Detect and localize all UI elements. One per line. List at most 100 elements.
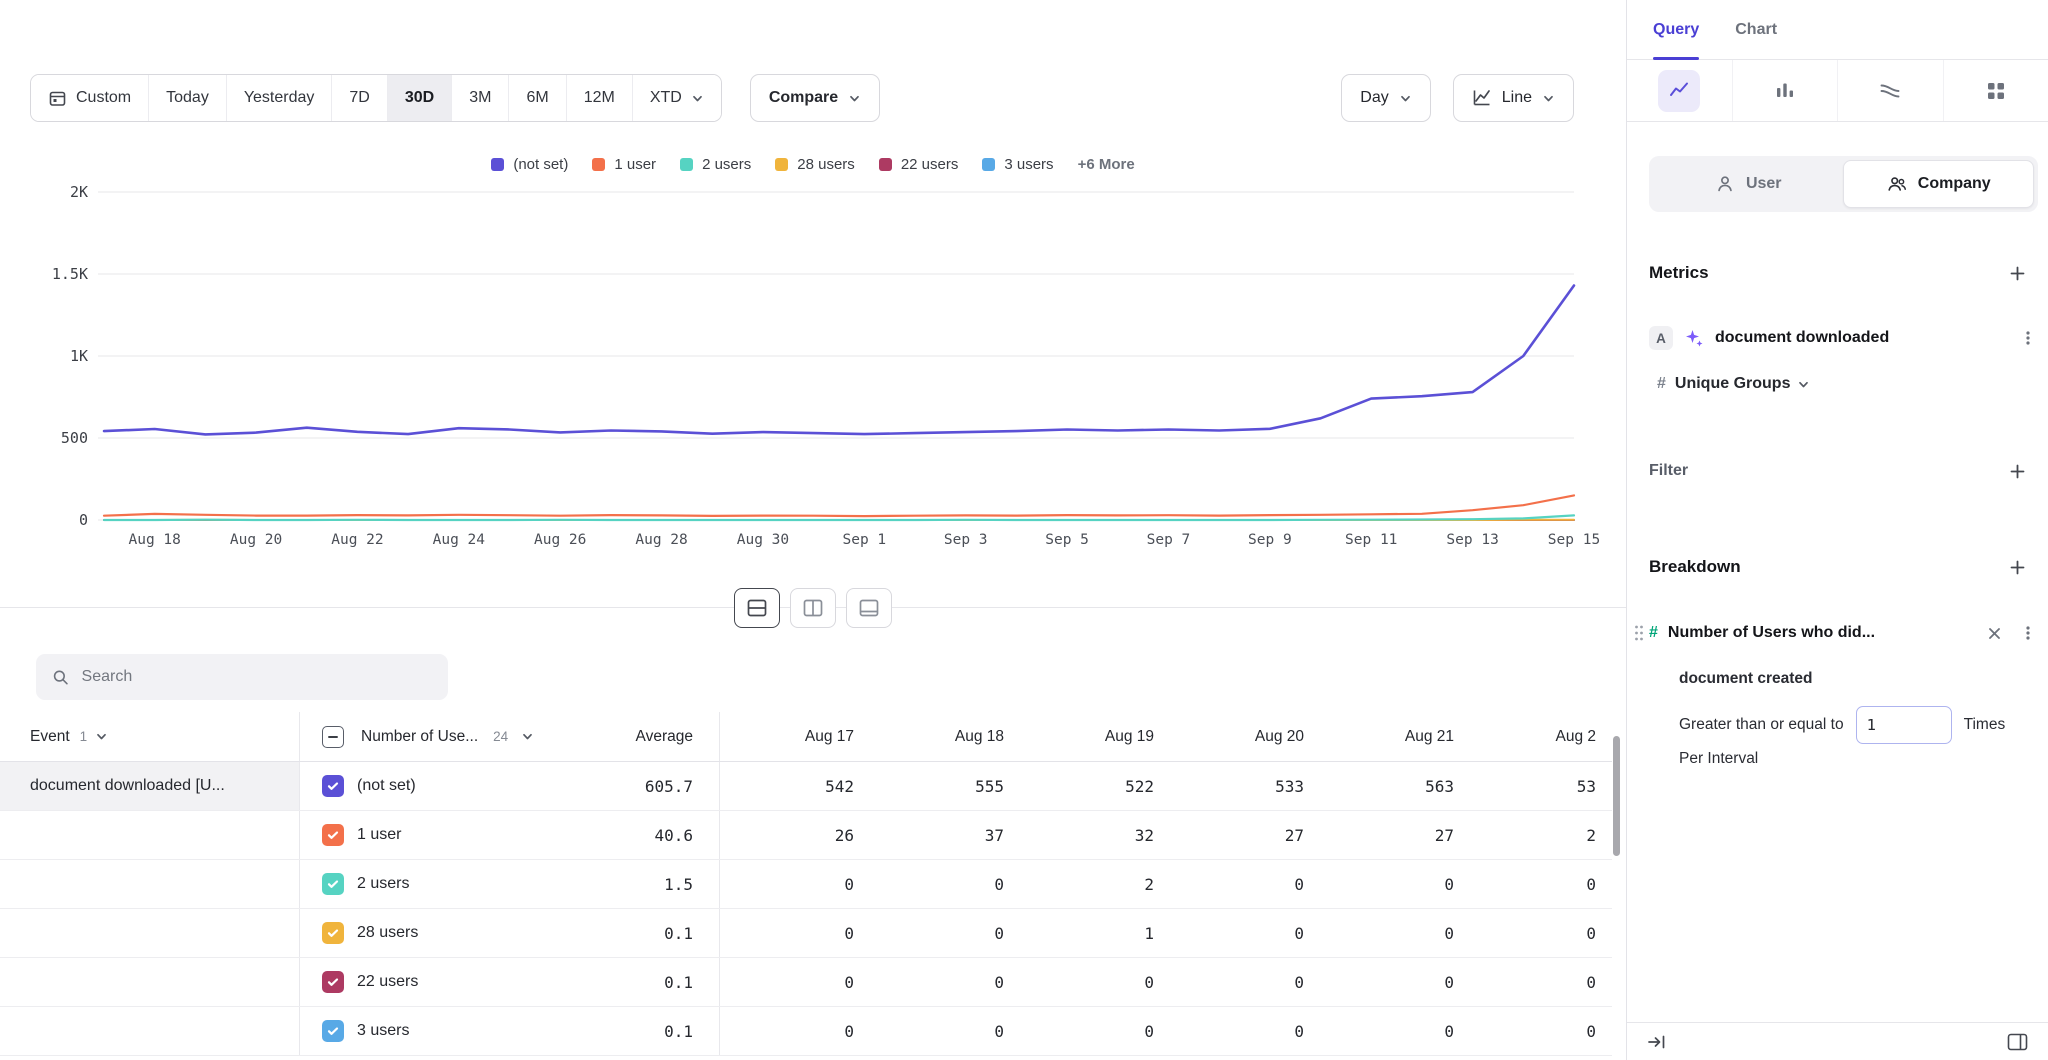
range-button-yesterday[interactable]: Yesterday	[226, 75, 332, 121]
data-value: 0	[1156, 909, 1306, 957]
series-checkbox[interactable]	[322, 824, 344, 846]
scope-user-label: User	[1746, 175, 1782, 193]
data-value: 0	[720, 909, 856, 957]
event-cell-empty	[0, 909, 300, 957]
range-button-30d[interactable]: 30D	[387, 75, 451, 121]
line-chart[interactable]: 05001K1.5K2KAug 18Aug 20Aug 22Aug 24Aug …	[16, 176, 1606, 554]
group-count: 24	[493, 729, 508, 744]
series-checkbox[interactable]	[322, 971, 344, 993]
legend-item[interactable]: 28 users	[775, 156, 855, 173]
check-icon	[326, 975, 340, 989]
metric-options-button[interactable]	[2020, 330, 2036, 346]
bar-chart-icon	[1773, 79, 1797, 103]
condition-operator[interactable]: Greater than or equal to	[1679, 716, 1844, 734]
range-button-custom[interactable]: Custom	[31, 75, 148, 121]
scope-company-option[interactable]: Company	[1843, 160, 2035, 208]
layout-split-vertical-button[interactable]	[790, 588, 836, 628]
search-input[interactable]	[82, 668, 432, 686]
measure-dropdown[interactable]: Unique Groups	[1675, 375, 1811, 393]
drag-handle-icon[interactable]	[1634, 624, 1644, 642]
tab-line-chart[interactable]	[1627, 60, 1732, 121]
tab-chart[interactable]: Chart	[1735, 0, 1777, 59]
table-row: document downloaded [U...(not set)605.75…	[0, 762, 1612, 811]
data-value: 2	[1456, 811, 1598, 859]
tab-more-charts[interactable]	[1943, 60, 2048, 121]
data-value: 0	[720, 860, 856, 908]
add-filter-button[interactable]	[2002, 456, 2032, 486]
add-breakdown-button[interactable]	[2002, 552, 2032, 582]
range-label: 12M	[584, 89, 615, 107]
times-value-input[interactable]	[1856, 706, 1952, 744]
group-column-header[interactable]: Number of Use... 24	[300, 712, 560, 761]
data-value: 0	[720, 958, 856, 1006]
legend-label: 2 users	[702, 156, 751, 173]
select-all-checkbox[interactable]	[322, 726, 344, 748]
svg-text:Aug 28: Aug 28	[635, 532, 687, 548]
arrow-to-right-icon	[1647, 1033, 1667, 1051]
event-cell[interactable]: document downloaded [U...	[0, 762, 300, 810]
metric-item[interactable]: A document downloaded	[1649, 324, 2036, 352]
event-column-header[interactable]: Event 1	[0, 712, 300, 761]
vertical-scrollbar-thumb[interactable]	[1613, 736, 1620, 856]
range-button-xtd[interactable]: XTD	[632, 75, 721, 121]
tab-query[interactable]: Query	[1653, 0, 1699, 59]
number-property-icon: #	[1657, 375, 1666, 393]
data-value: 37	[856, 811, 1006, 859]
date-header-label: Aug 17	[805, 728, 854, 746]
per-interval-option[interactable]: Per Interval	[1679, 750, 2036, 770]
tab-bar-chart[interactable]	[1732, 60, 1838, 121]
range-button-6m[interactable]: 6M	[508, 75, 565, 121]
range-button-12m[interactable]: 12M	[566, 75, 632, 121]
data-value: 0	[856, 1007, 1006, 1055]
legend-item[interactable]: 1 user	[592, 156, 656, 173]
tab-flow-chart[interactable]	[1837, 60, 1943, 121]
event-cell-empty	[0, 958, 300, 1006]
layout-split-horizontal-button[interactable]	[734, 588, 780, 628]
data-value: 2	[1006, 860, 1156, 908]
svg-text:Aug 30: Aug 30	[737, 532, 789, 548]
breakdown-event-name[interactable]: document created	[1679, 670, 2036, 690]
plus-icon	[2009, 265, 2026, 282]
average-value: 40.6	[560, 811, 720, 859]
range-button-3m[interactable]: 3M	[451, 75, 508, 121]
check-icon	[326, 877, 340, 891]
compare-button[interactable]: Compare	[750, 74, 880, 122]
range-button-today[interactable]: Today	[148, 75, 226, 121]
company-icon	[1886, 173, 1908, 195]
series-checkbox[interactable]	[322, 1020, 344, 1042]
collapse-panel-button[interactable]	[1647, 1033, 1667, 1051]
table-row: 28 users0.1001000	[0, 909, 1612, 958]
data-value: 0	[856, 909, 1006, 957]
right-panel-toggle-button[interactable]	[2007, 1033, 2028, 1051]
remove-breakdown-button[interactable]	[1987, 626, 2002, 641]
average-value: 0.1	[560, 909, 720, 957]
condition-unit: Times	[1964, 716, 2006, 734]
single-panel-icon	[857, 596, 881, 620]
table-row: 3 users0.1000000	[0, 1007, 1612, 1056]
series-checkbox[interactable]	[322, 873, 344, 895]
legend-item[interactable]: 2 users	[680, 156, 751, 173]
legend-more[interactable]: +6 More	[1078, 156, 1135, 173]
series-checkbox[interactable]	[322, 775, 344, 797]
svg-text:Sep 9: Sep 9	[1248, 532, 1292, 548]
legend-item[interactable]: (not set)	[491, 156, 568, 173]
legend-item[interactable]: 3 users	[982, 156, 1053, 173]
add-metric-button[interactable]	[2002, 258, 2032, 288]
table-search	[36, 654, 448, 700]
range-label: 3M	[469, 89, 491, 107]
chart-type-select[interactable]: Line	[1453, 74, 1574, 122]
series-checkbox[interactable]	[322, 922, 344, 944]
split-horizontal-icon	[745, 596, 769, 620]
interval-select[interactable]: Day	[1341, 74, 1430, 122]
chart-area: 05001K1.5K2KAug 18Aug 20Aug 22Aug 24Aug …	[16, 176, 1606, 554]
event-cell-empty	[0, 1007, 300, 1055]
chevron-down-icon	[95, 730, 108, 743]
scope-user-option[interactable]: User	[1653, 160, 1843, 208]
interval-label: Day	[1360, 89, 1388, 107]
range-button-7d[interactable]: 7D	[331, 75, 386, 121]
breakdown-property-row[interactable]: # Number of Users who did...	[1649, 618, 2036, 648]
legend-item[interactable]: 22 users	[879, 156, 959, 173]
layout-single-panel-button[interactable]	[846, 588, 892, 628]
chart-type-label: Line	[1502, 89, 1532, 107]
breakdown-options-button[interactable]	[2020, 625, 2036, 641]
